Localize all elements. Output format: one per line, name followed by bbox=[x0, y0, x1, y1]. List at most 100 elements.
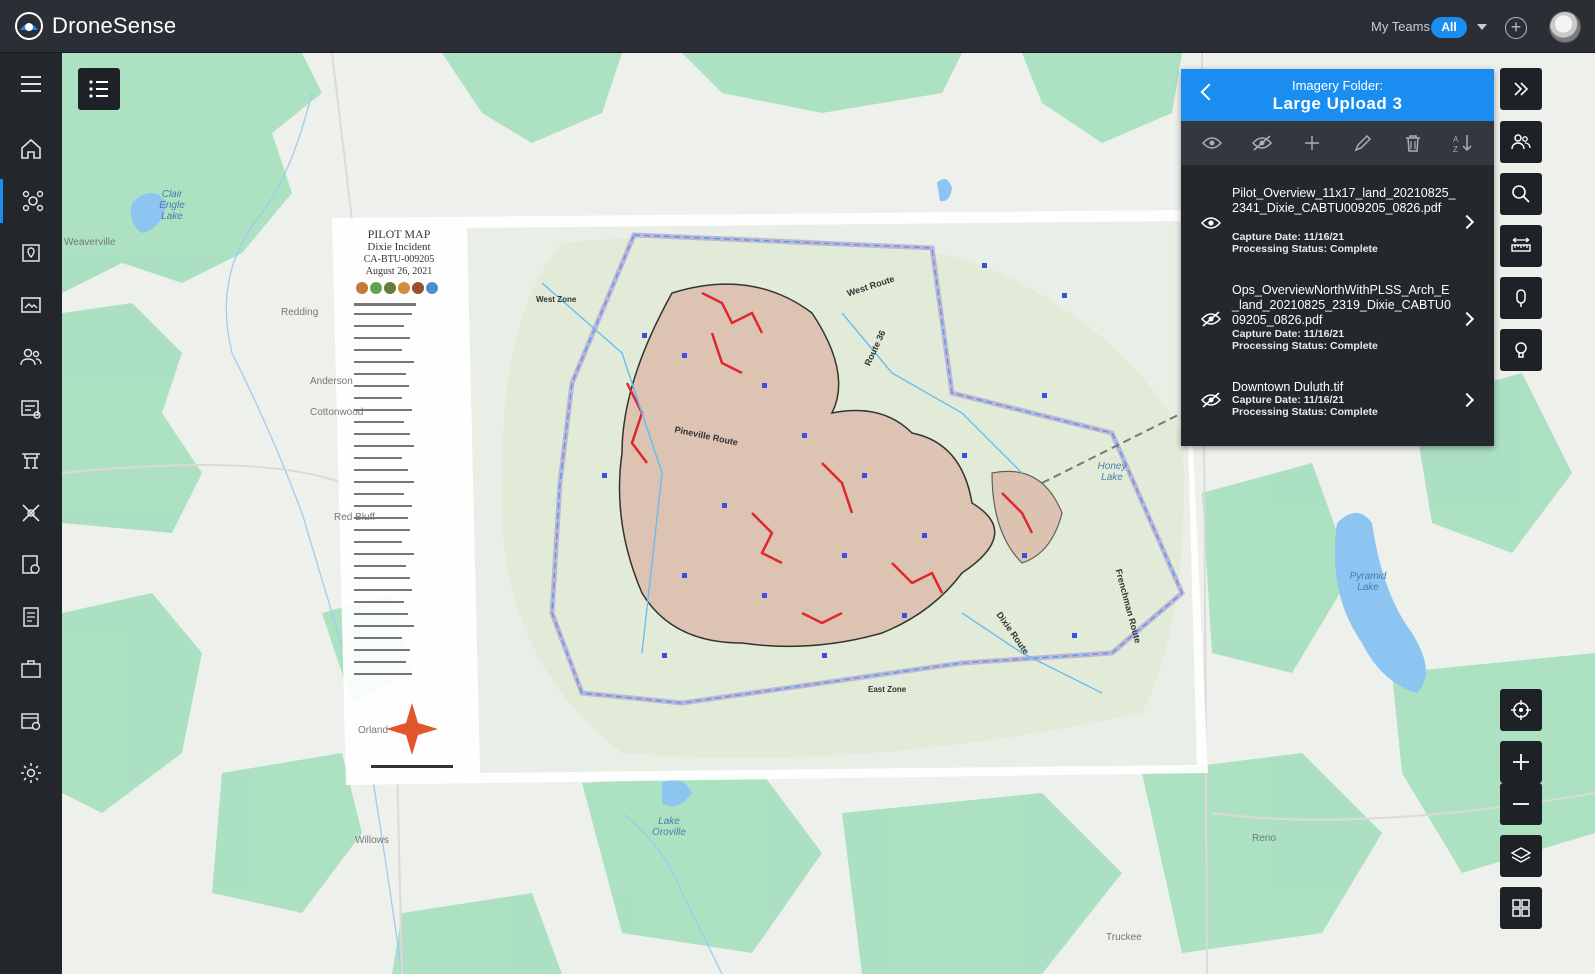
sidebar-item-schedule[interactable] bbox=[0, 699, 62, 743]
svg-text:Z: Z bbox=[1453, 145, 1458, 153]
checklist-icon bbox=[21, 400, 41, 419]
layers-button[interactable] bbox=[1500, 835, 1542, 877]
teams-selector[interactable]: All bbox=[1431, 17, 1467, 38]
people-icon bbox=[20, 348, 42, 366]
map-label-truckee: Truckee bbox=[1106, 932, 1142, 943]
file-name: Downtown Duluth.tif bbox=[1232, 380, 1344, 394]
layers-icon bbox=[1510, 847, 1532, 863]
marker-button[interactable] bbox=[1500, 277, 1542, 319]
edit-pencil-icon[interactable] bbox=[1350, 130, 1376, 156]
file-processing-status: Processing Status: Complete bbox=[1232, 340, 1378, 352]
panel-header: Imagery Folder: Large Upload 3 bbox=[1181, 69, 1494, 121]
imagery-file-item[interactable]: Pilot_Overview_11x17_land_20210825_2341_… bbox=[1181, 181, 1494, 271]
people-icon bbox=[1511, 134, 1531, 150]
point-of-interest-button[interactable] bbox=[1500, 329, 1542, 371]
locate-button[interactable] bbox=[1500, 689, 1542, 731]
map-label-pyramid-lake: Pyramid Lake bbox=[1349, 571, 1387, 593]
sidebar-item-maintenance[interactable] bbox=[0, 491, 62, 535]
home-icon bbox=[21, 138, 41, 159]
sidebar-item-locations[interactable] bbox=[0, 231, 62, 275]
teams-label: My Teams bbox=[1371, 19, 1430, 34]
chevron-right-icon[interactable] bbox=[1459, 392, 1475, 408]
layer-list-button[interactable] bbox=[78, 68, 120, 110]
sidebar-item-settings[interactable] bbox=[0, 751, 62, 795]
add-circle-icon[interactable]: + bbox=[1505, 17, 1527, 39]
file-processing-status: Processing Status: Complete bbox=[1232, 243, 1378, 255]
map-label-honey-lake: Honey Lake bbox=[1097, 461, 1127, 483]
sidebar-item-people[interactable] bbox=[0, 335, 62, 379]
overlay-date: August 26, 2021 bbox=[365, 266, 433, 277]
sidebar-item-media[interactable] bbox=[0, 283, 62, 327]
zoom-out-button[interactable] bbox=[1500, 783, 1542, 825]
map-label-lake-oroville: Lake Oroville bbox=[652, 816, 686, 838]
imagery-file-item[interactable]: Downtown Duluth.tif Capture Date: 11/16/… bbox=[1181, 375, 1494, 429]
imagery-folder-panel: Imagery Folder: Large Upload 3 AZ Pilot_… bbox=[1181, 69, 1494, 446]
delete-trash-icon[interactable] bbox=[1400, 130, 1426, 156]
team-button[interactable] bbox=[1500, 121, 1542, 163]
media-icon bbox=[21, 297, 41, 313]
grid-button[interactable] bbox=[1500, 887, 1542, 929]
zone-label-west-zone: West Zone bbox=[536, 295, 577, 304]
sidebar-item-inventory[interactable] bbox=[0, 647, 62, 691]
aircraft-icon bbox=[22, 453, 40, 469]
panel-folder-label: Imagery Folder: bbox=[1291, 78, 1384, 93]
calendar-icon bbox=[21, 713, 41, 731]
logo[interactable]: DroneSense bbox=[14, 11, 176, 41]
tools-icon bbox=[22, 504, 40, 522]
chevron-right-icon[interactable] bbox=[1459, 311, 1475, 327]
lightbulb-icon bbox=[1515, 342, 1527, 358]
sidebar-item-certifications[interactable] bbox=[0, 543, 62, 587]
chevron-right-icon[interactable] bbox=[1459, 214, 1475, 230]
ruler-icon bbox=[1511, 237, 1531, 252]
app-name: DroneSense bbox=[52, 13, 177, 38]
map-label-orland: Orland bbox=[358, 725, 389, 736]
sidebar-item-checklists[interactable] bbox=[0, 387, 62, 431]
zoom-in-button[interactable] bbox=[1500, 741, 1542, 783]
hidden-eye-slash-icon[interactable] bbox=[1201, 311, 1221, 327]
grid-icon bbox=[1512, 899, 1530, 917]
map-label-reno: Reno bbox=[1252, 833, 1276, 844]
hide-all-eye-slash-icon[interactable] bbox=[1249, 130, 1275, 156]
badge-icon bbox=[22, 555, 40, 574]
briefcase-icon bbox=[21, 660, 41, 678]
avatar[interactable] bbox=[1549, 11, 1581, 43]
dronesense-logo-icon bbox=[15, 12, 43, 40]
overlay-title: PILOT MAP bbox=[367, 227, 431, 241]
file-name: Pilot_Overview_11x17_land_20210825_2341_… bbox=[1232, 186, 1456, 215]
chevron-down-icon[interactable] bbox=[1477, 24, 1487, 30]
panel-folder-name: Large Upload 3 bbox=[1272, 94, 1403, 113]
pilot-map-overlay bbox=[332, 210, 1208, 785]
visible-eye-icon[interactable] bbox=[1201, 216, 1221, 230]
search-button[interactable] bbox=[1500, 173, 1542, 215]
map-label-redding: Redding bbox=[281, 307, 319, 318]
zone-label-east-zone: East Zone bbox=[868, 685, 907, 694]
crosshair-icon bbox=[1511, 700, 1531, 720]
svg-text:A: A bbox=[1453, 135, 1459, 144]
hidden-eye-slash-icon[interactable] bbox=[1201, 392, 1221, 408]
map-label-cottonwood: Cottonwood bbox=[310, 407, 364, 418]
sidebar-item-documents[interactable] bbox=[0, 595, 62, 639]
minus-icon bbox=[1513, 803, 1529, 805]
measure-button[interactable] bbox=[1500, 225, 1542, 267]
marker-icon bbox=[1516, 289, 1526, 307]
sort-az-icon[interactable]: AZ bbox=[1450, 130, 1476, 156]
sidebar bbox=[0, 53, 62, 974]
collapse-panel-button[interactable] bbox=[1500, 68, 1542, 110]
sidebar-item-home[interactable] bbox=[0, 127, 62, 171]
drone-ops-icon bbox=[22, 190, 43, 212]
sidebar-menu[interactable] bbox=[0, 62, 62, 106]
document-icon bbox=[23, 607, 39, 627]
map-pin-icon bbox=[22, 244, 40, 262]
search-icon bbox=[1512, 185, 1530, 203]
list-icon bbox=[89, 80, 108, 98]
sidebar-item-aircraft[interactable] bbox=[0, 439, 62, 483]
top-bar: DroneSense My Teams All + bbox=[0, 0, 1595, 53]
double-chevron-right-icon bbox=[1514, 82, 1529, 96]
imagery-file-item[interactable]: Ops_OverviewNorthWithPLSS_Arch_E_land_20… bbox=[1181, 278, 1494, 362]
plus-icon bbox=[1513, 754, 1529, 770]
sidebar-item-drone-ops[interactable] bbox=[0, 179, 62, 223]
settings-icon bbox=[21, 763, 41, 783]
add-icon[interactable] bbox=[1299, 130, 1325, 156]
show-all-eye-icon[interactable] bbox=[1199, 130, 1225, 156]
map-label-clair-engle: Clair Engle Lake bbox=[159, 189, 185, 222]
